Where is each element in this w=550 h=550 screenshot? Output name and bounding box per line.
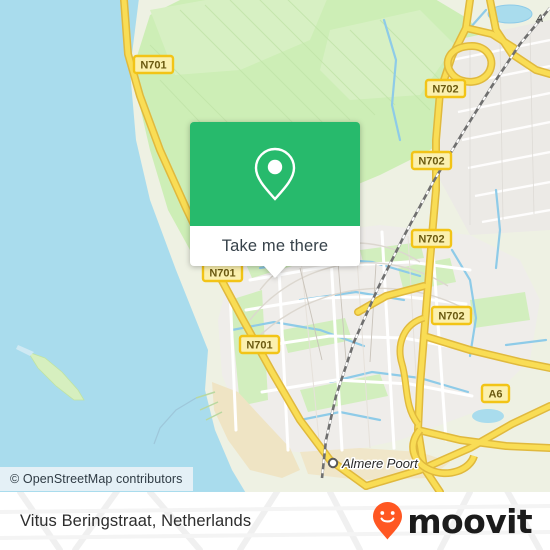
moovit-wordmark: moovit — [407, 501, 532, 541]
osm-attribution[interactable]: © OpenStreetMap contributors — [0, 467, 193, 491]
shield-label: N701 — [209, 268, 235, 280]
road-shield-n701-south[interactable]: N701 — [238, 334, 281, 355]
shield-label: N701 — [140, 60, 166, 72]
footer-bar: Vitus Beringstraat, Netherlands moovit — [0, 492, 550, 550]
shield-label: A6 — [488, 389, 502, 401]
osm-attribution-text: © OpenStreetMap contributors — [10, 472, 183, 486]
road-shield-n702-a[interactable]: N702 — [424, 78, 467, 99]
road-shield-n701-mid[interactable]: N701 — [201, 262, 244, 283]
place-label-text: Almere Poort — [341, 456, 419, 471]
take-me-there-label: Take me there — [221, 236, 329, 255]
callout-header — [190, 122, 360, 226]
location-title: Vitus Beringstraat, Netherlands — [20, 511, 252, 530]
road-shield-n702-b[interactable]: N702 — [410, 150, 453, 171]
place-label-almere-poort: Almere Poort Almere Poort — [340, 455, 421, 473]
moovit-brand[interactable]: moovit — [372, 501, 533, 541]
moovit-smiley-pin-icon — [372, 501, 403, 541]
shield-label: N702 — [418, 156, 444, 168]
take-me-there-button[interactable]: Take me there — [190, 226, 360, 278]
station-marker[interactable] — [327, 457, 339, 469]
shield-label: N702 — [418, 234, 444, 246]
shield-label: N702 — [438, 311, 464, 323]
road-shield-n702-d[interactable]: N702 — [430, 305, 473, 326]
pond-south — [472, 409, 504, 423]
road-shield-n701-north[interactable]: N701 — [132, 54, 175, 75]
callout-tail — [263, 265, 287, 278]
map-screenshot: Almere Poort Almere Poort A N701 N702 N7… — [0, 0, 550, 550]
shield-label: N702 — [432, 84, 458, 96]
shield-label: N701 — [246, 340, 272, 352]
road-shield-a6[interactable]: A6 — [480, 383, 511, 404]
location-callout: Take me there — [190, 122, 360, 278]
edge-label-partial: A — [535, 13, 543, 25]
location-pin-icon — [253, 146, 297, 202]
road-shield-n702-c[interactable]: N702 — [410, 228, 453, 249]
